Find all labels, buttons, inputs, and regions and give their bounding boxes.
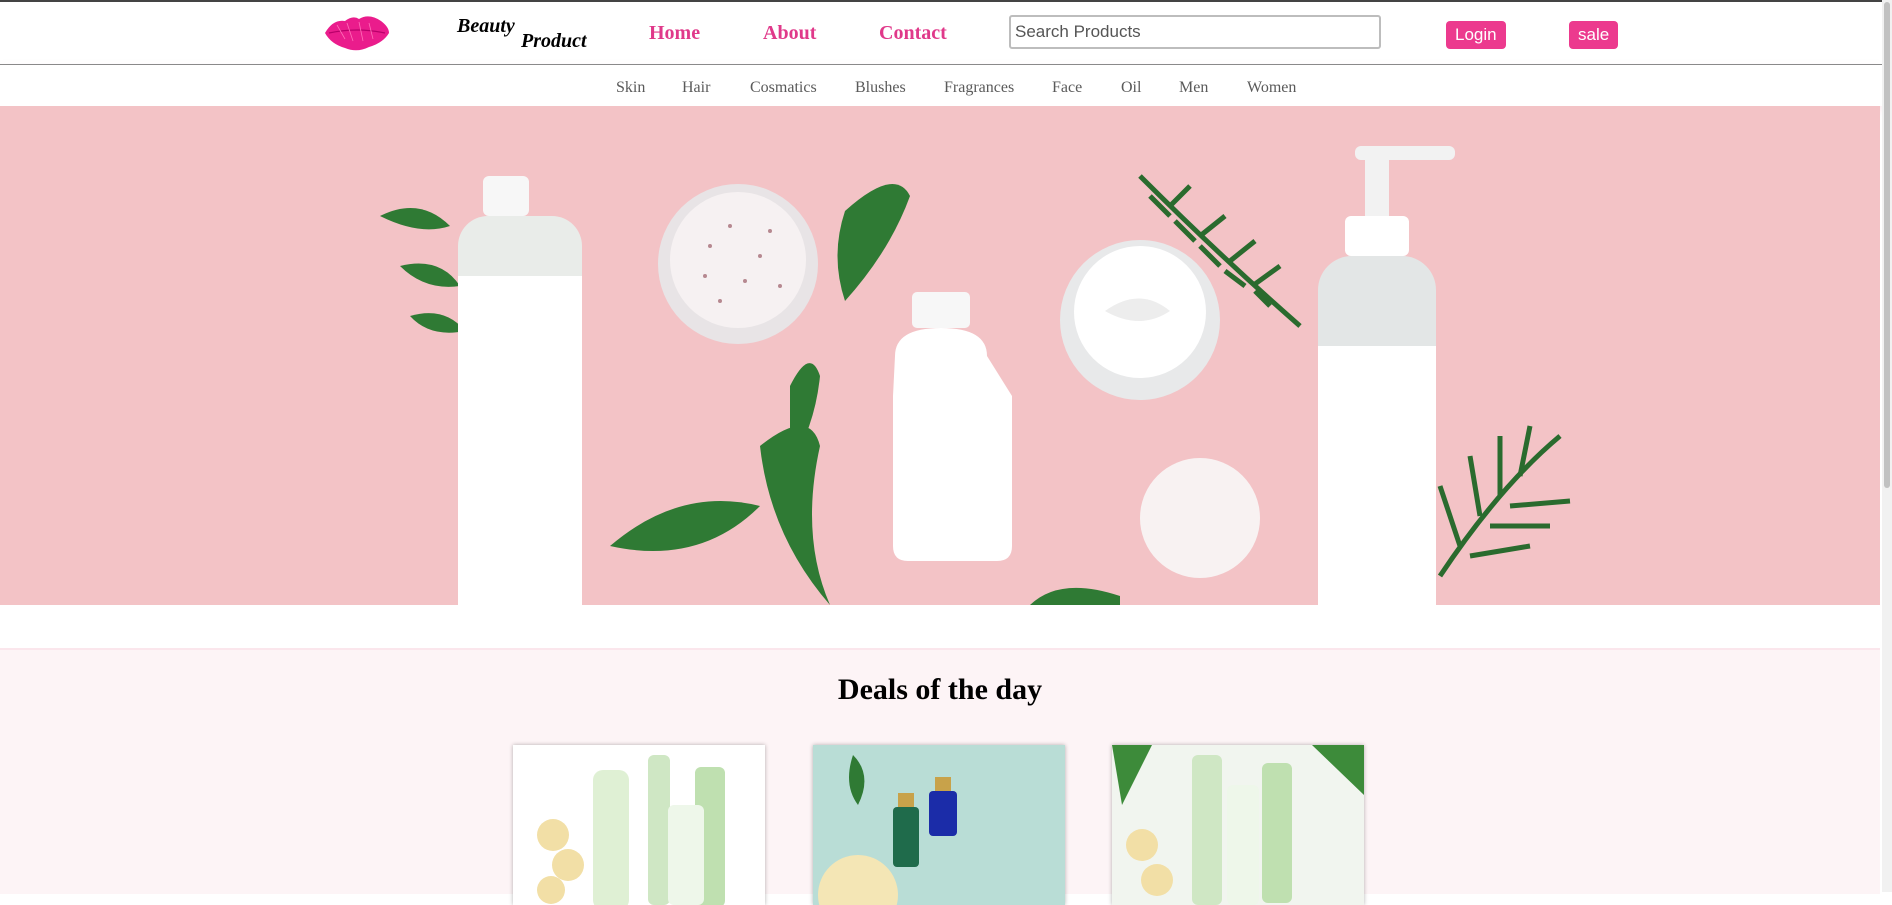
search-input[interactable] <box>1009 15 1381 49</box>
deal-card-3[interactable] <box>1112 745 1364 905</box>
site-header: Beauty Product Home About Contact Login … <box>0 2 1882 65</box>
category-cosmatics[interactable]: Cosmatics <box>750 79 817 97</box>
login-button[interactable]: Login <box>1446 21 1506 49</box>
deal-card-1[interactable] <box>513 745 765 905</box>
category-bar: Skin Hair Cosmatics Blushes Fragrances F… <box>0 64 1882 106</box>
category-blushes[interactable]: Blushes <box>855 79 906 97</box>
brand-name-line-1: Beauty <box>457 15 515 37</box>
scrollbar-thumb[interactable] <box>1884 2 1890 488</box>
deal-2-product-image <box>813 745 1065 905</box>
category-oil[interactable]: Oil <box>1121 79 1141 97</box>
sale-button[interactable]: sale <box>1569 21 1619 49</box>
brand-name-line-2: Product <box>521 30 587 52</box>
category-men[interactable]: Men <box>1179 79 1208 97</box>
category-women[interactable]: Women <box>1247 79 1296 97</box>
nav-about-link[interactable]: About <box>763 22 816 45</box>
hero-cosmetics-illustration <box>0 106 1880 605</box>
page-scrollbar[interactable] <box>1882 0 1892 892</box>
category-hair[interactable]: Hair <box>682 79 710 97</box>
lips-logo-icon[interactable] <box>323 13 391 53</box>
nav-home-link[interactable]: Home <box>649 22 700 45</box>
deals-title: Deals of the day <box>837 673 1043 706</box>
nav-contact-link[interactable]: Contact <box>879 22 947 45</box>
deal-1-product-image <box>513 745 765 905</box>
hero-banner <box>0 106 1880 605</box>
category-fragrances[interactable]: Fragrances <box>944 79 1014 97</box>
category-face[interactable]: Face <box>1052 79 1082 97</box>
deal-card-2[interactable] <box>813 745 1065 905</box>
category-skin[interactable]: Skin <box>616 79 645 97</box>
deals-section: Deals of the day <box>0 648 1880 905</box>
deal-3-product-image <box>1112 745 1364 905</box>
